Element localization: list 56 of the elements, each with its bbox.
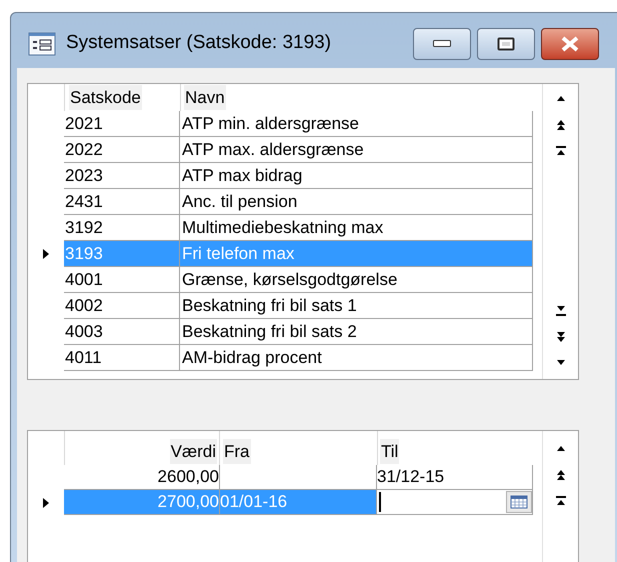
table-cell: 31/12-15 (377, 465, 533, 489)
table-cell: 2431 (64, 189, 180, 214)
column-header[interactable]: Satskode (69, 84, 142, 110)
column-header[interactable]: Fra (223, 438, 250, 464)
maximize-button[interactable] (477, 28, 535, 60)
table-row[interactable]: 2023 ATP max bidrag (64, 163, 533, 189)
table-row[interactable]: 2021 ATP min. aldersgrænse (64, 111, 533, 137)
page-up-icon[interactable] (554, 119, 566, 131)
row-pointer-icon (43, 498, 49, 508)
table-row[interactable]: 2022 ATP max. aldersgrænse (64, 137, 533, 163)
table-cell: 3193 (64, 241, 180, 266)
table-cell: 4003 (64, 319, 180, 344)
close-icon (560, 36, 580, 52)
row-pointer-icon (43, 249, 49, 259)
last-record-icon[interactable] (554, 305, 566, 317)
minimize-button[interactable] (413, 28, 471, 60)
table-row[interactable]: 2431 Anc. til pension (64, 189, 533, 215)
table-row[interactable]: 4002 Beskatning fri bil sats 1 (64, 293, 533, 319)
column-header[interactable]: Navn (184, 84, 226, 110)
table-cell: AM-bidrag procent (180, 345, 533, 370)
table-cell: ATP max. aldersgrænse (180, 137, 533, 162)
table-cell: Multimediebeskatning max (180, 215, 533, 240)
window-title: Systemsatser (Satskode: 3193) (66, 31, 332, 56)
table-cell: 2021 (64, 111, 180, 136)
table-cell: 2600,00 (64, 465, 220, 489)
first-record-icon[interactable] (554, 495, 566, 507)
table-row[interactable]: 3192 Multimediebeskatning max (64, 215, 533, 241)
table-cell: 2022 (64, 137, 180, 162)
table-cell: 2023 (64, 163, 180, 188)
column-header[interactable]: Værdi (170, 438, 217, 464)
table-row[interactable]: 4001 Grænse, kørselsgodtgørelse (64, 267, 533, 293)
table-cell: Beskatning fri bil sats 1 (180, 293, 533, 318)
table-cell: Beskatning fri bil sats 2 (180, 319, 533, 344)
table-row[interactable]: 4011 AM-bidrag procent (64, 345, 533, 371)
page-down-icon[interactable] (554, 331, 566, 343)
date-input-field[interactable] (377, 490, 533, 514)
table-cell: 4001 (64, 267, 180, 292)
first-record-icon[interactable] (554, 145, 566, 157)
table-cell: 2700,00 (64, 490, 220, 514)
table-cell: ATP min. aldersgrænse (180, 111, 533, 136)
window-list-icon (28, 32, 56, 56)
table-cell: 3192 (64, 215, 180, 240)
page-up-icon[interactable] (554, 469, 566, 481)
table-cell: ATP max bidrag (180, 163, 533, 188)
maximize-icon (497, 36, 515, 50)
close-button[interactable] (541, 28, 599, 60)
table-cell: Grænse, kørselsgodtgørelse (180, 267, 533, 292)
calendar-icon[interactable] (506, 491, 532, 513)
minimize-icon (433, 40, 451, 47)
table-row[interactable]: 2600,00 31/12-15 (64, 465, 533, 490)
table-cell: Fri telefon max (180, 241, 533, 266)
table-row[interactable]: 4003 Beskatning fri bil sats 2 (64, 319, 533, 345)
column-header[interactable]: Til (380, 438, 400, 464)
table-cell: 4002 (64, 293, 180, 318)
table-cell: Anc. til pension (180, 189, 533, 214)
table-cell: 4011 (64, 345, 180, 370)
